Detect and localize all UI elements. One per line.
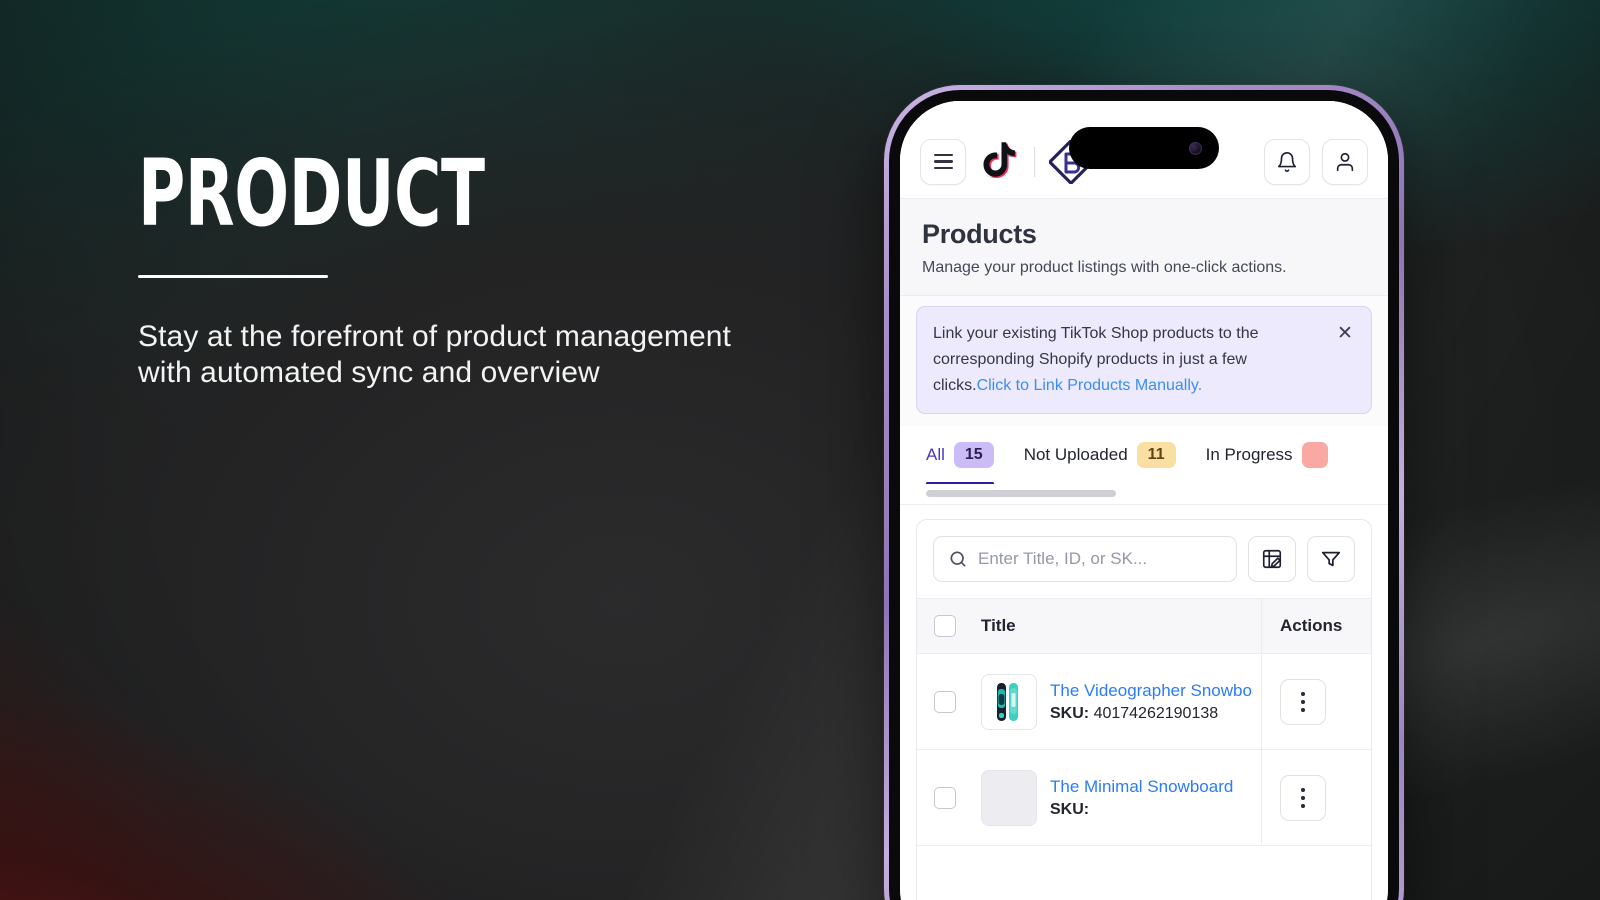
app-viewport: Products Manage your product listings wi…	[900, 101, 1388, 900]
row-actions-cell	[1261, 654, 1371, 750]
product-title-link[interactable]: The Minimal Snowboard	[1050, 777, 1253, 797]
page-title: PRODUCT	[138, 140, 485, 247]
tab-active-underline	[926, 482, 994, 485]
tab-not-uploaded[interactable]: Not Uploaded 11	[1023, 441, 1176, 484]
notifications-button[interactable]	[1264, 138, 1310, 185]
row-checkbox[interactable]	[934, 690, 956, 713]
row-select-cell	[917, 690, 973, 713]
row-actions-button[interactable]	[1280, 678, 1326, 725]
filter-funnel-icon	[1320, 548, 1342, 570]
products-table-card: Title Actions	[916, 519, 1372, 900]
hamburger-menu-button[interactable]	[920, 138, 966, 185]
tab-in-progress[interactable]: In Progress	[1205, 441, 1328, 484]
app-header-right	[1264, 138, 1368, 185]
kebab-menu-icon	[1301, 691, 1305, 712]
header-divider	[1034, 146, 1035, 177]
search-input[interactable]	[978, 549, 1222, 570]
bulk-edit-button[interactable]	[1248, 536, 1296, 583]
column-actions-header: Actions	[1261, 599, 1371, 654]
row-actions-cell	[1261, 750, 1371, 846]
tabs-zone: All 15 Not Uploaded 11 In Progress	[900, 425, 1388, 506]
table-header-row: Title Actions	[917, 598, 1371, 655]
column-actions-label: Actions	[1280, 616, 1343, 636]
snowboard-pair-thumbnail	[981, 673, 1037, 730]
products-page-subtitle: Manage your product listings with one-cl…	[922, 259, 1287, 276]
tab-all-label: All	[926, 444, 945, 464]
search-icon	[948, 549, 968, 569]
row-title-cell: The Minimal Snowboard SKU:	[973, 750, 1261, 845]
tab-in-progress-label: In Progress	[1205, 444, 1293, 464]
tab-not-uploaded-label: Not Uploaded	[1023, 444, 1128, 464]
tab-all-count: 15	[953, 441, 994, 469]
status-tabs: All 15 Not Uploaded 11 In Progress	[900, 441, 1388, 485]
table-toolbar	[917, 520, 1371, 598]
user-account-icon	[1334, 151, 1356, 173]
kebab-menu-icon	[1301, 787, 1305, 808]
dynamic-island	[1069, 127, 1219, 169]
product-sku-value: 40174262190138	[1093, 704, 1219, 722]
app-header-left	[920, 138, 1093, 185]
filter-button[interactable]	[1307, 536, 1355, 583]
account-button[interactable]	[1322, 138, 1368, 185]
tab-not-uploaded-count: 11	[1136, 441, 1176, 469]
table-edit-icon	[1261, 548, 1283, 570]
row-title-block: The Minimal Snowboard SKU:	[1050, 777, 1253, 819]
product-sku-label: SKU:	[1050, 704, 1090, 722]
column-title-label: Title	[981, 616, 1016, 636]
banner-zone: Link your existing TikTok Shop products …	[900, 296, 1388, 426]
products-page-title: Products	[922, 219, 1037, 249]
link-products-banner: Link your existing TikTok Shop products …	[916, 306, 1372, 414]
row-actions-button[interactable]	[1280, 774, 1326, 821]
close-icon[interactable]: ✕	[1335, 323, 1355, 343]
column-title-header: Title	[973, 616, 1261, 636]
front-camera-icon	[1189, 141, 1202, 155]
phone-mockup: Products Manage your product listings wi…	[884, 85, 1404, 900]
row-title-cell: The Videographer Snowboar SKU: 401742621…	[973, 654, 1261, 749]
link-products-manually-link[interactable]: Click to Link Products Manually.	[977, 377, 1203, 394]
slide-subheadline: Stay at the forefront of product managem…	[138, 320, 731, 389]
select-all-checkbox[interactable]	[934, 615, 956, 638]
blank-thumbnail	[981, 769, 1037, 826]
banner-text: Link your existing TikTok Shop products …	[933, 321, 1325, 399]
tab-in-progress-count	[1301, 441, 1328, 469]
bell-icon	[1276, 151, 1298, 173]
row-select-cell	[917, 786, 973, 809]
phone-frame: Products Manage your product listings wi…	[884, 85, 1404, 900]
table-row[interactable]: The Minimal Snowboard SKU:	[917, 750, 1371, 847]
product-sku-label: SKU:	[1050, 800, 1090, 818]
tab-all[interactable]: All 15	[926, 441, 994, 485]
tiktok-logo-icon	[980, 140, 1020, 184]
slide-copy: PRODUCT Stay at the forefront of product…	[138, 140, 778, 390]
search-field[interactable]	[933, 536, 1237, 583]
phone-bezel: Products Manage your product listings wi…	[889, 90, 1399, 900]
row-title-block: The Videographer Snowboar SKU: 401742621…	[1050, 681, 1253, 723]
product-sku: SKU: 40174262190138	[1050, 705, 1253, 723]
hamburger-menu-icon	[933, 154, 953, 169]
product-title-link[interactable]: The Videographer Snowboar	[1050, 681, 1253, 701]
select-all-cell	[917, 615, 973, 638]
row-checkbox[interactable]	[934, 786, 956, 809]
title-divider	[138, 275, 328, 279]
page-header: Products Manage your product listings wi…	[900, 199, 1388, 296]
tabs-horizontal-scrollbar[interactable]	[926, 490, 1116, 498]
product-sku: SKU:	[1050, 801, 1253, 819]
phone-screen: Products Manage your product listings wi…	[900, 101, 1388, 900]
table-row[interactable]: The Videographer Snowboar SKU: 401742621…	[917, 654, 1371, 751]
